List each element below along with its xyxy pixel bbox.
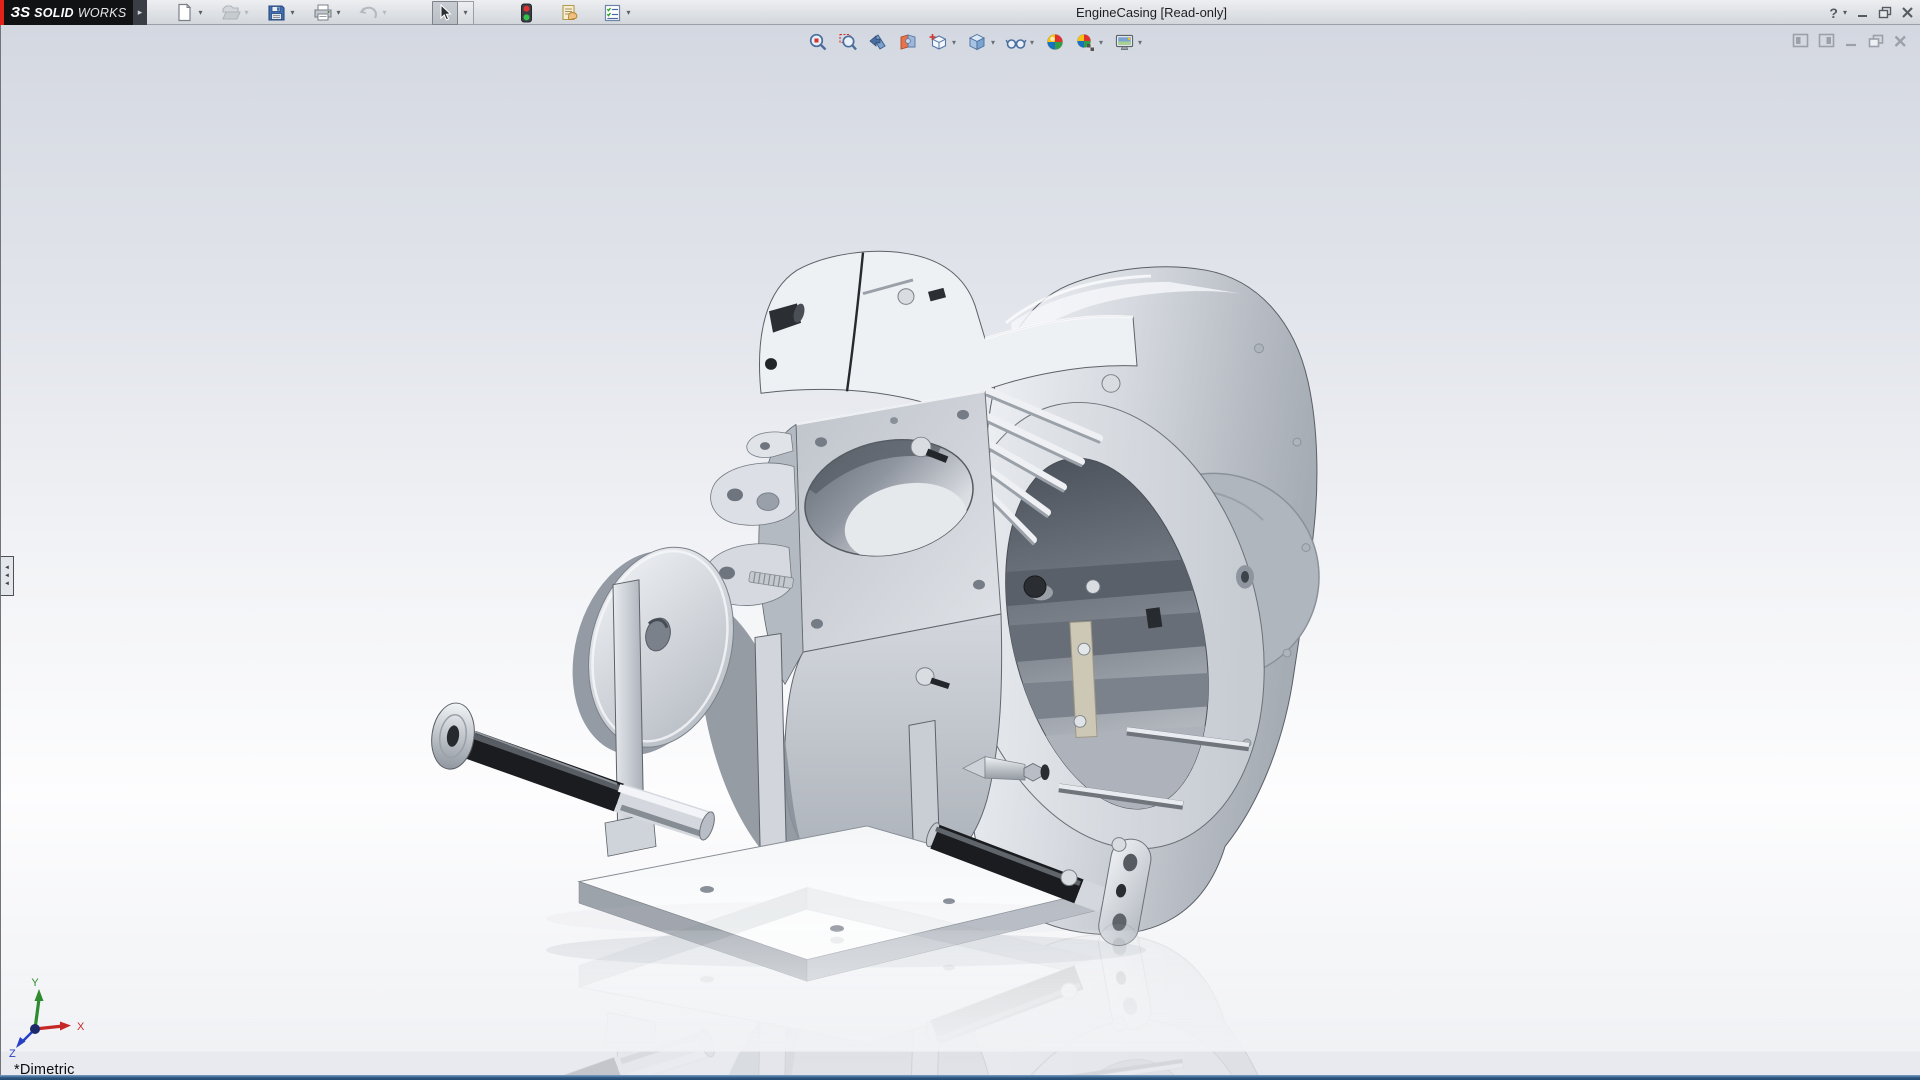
chevron-down-icon[interactable]: ▾ [1136,38,1144,47]
display-style-button[interactable] [966,31,988,53]
options-button[interactable] [602,2,623,23]
close-document-icon[interactable] [1893,34,1908,48]
new-document-icon [175,3,194,22]
save-button[interactable] [266,2,287,23]
headsup-view-toolbar: ▾ ▾ ▾ [807,31,1144,53]
restore-button[interactable] [1878,6,1892,19]
orientation-triad: Y X Z [7,977,99,1061]
minimize-document-icon[interactable] [1844,34,1859,48]
help-button[interactable]: ? [1829,5,1838,21]
print-button[interactable] [312,2,333,23]
title-bar: ЗS SOLID WORKS ▸ ▾ ▾ [0,0,1920,25]
window-bottom-border [0,1075,1920,1080]
zoom-to-area-button[interactable] [837,31,859,53]
feature-pane-flyout-tab[interactable]: ◄ ◄ ◄ [1,556,14,596]
zoom-to-area-icon [838,32,858,52]
section-view-icon [898,32,918,52]
select-cursor-icon [437,4,453,22]
options-checklist-icon [603,3,623,23]
select-tool-dropdown[interactable]: ▾ [458,1,474,25]
triad-z-label: Z [9,1048,16,1060]
zoom-to-fit-button[interactable] [807,31,829,53]
pane-toggle-right-icon[interactable] [1818,33,1835,48]
undo-arrow-icon [358,3,379,22]
view-settings-monitor-icon [1114,32,1135,52]
collapse-arrow-icon: ◄ [4,573,10,580]
open-folder-icon [221,3,241,22]
open-document-button[interactable] [220,2,241,23]
chevron-down-icon[interactable]: ▾ [624,8,633,17]
triad-y-label: Y [31,977,39,989]
new-document-button[interactable] [174,2,195,23]
main-toolbar: ▾ ▾ ▾ [174,2,633,23]
document-window-controls [1792,33,1908,48]
apply-scene-icon [1075,32,1096,52]
chevron-down-icon[interactable]: ▾ [1843,8,1847,17]
solidworks-logo: ЗS SOLID WORKS [0,0,133,25]
window-controls: ? ▾ [1829,0,1914,25]
collapse-arrow-icon: ◄ [4,581,10,588]
file-properties-icon [560,3,580,23]
section-view-button[interactable] [897,31,919,53]
triad-x-label: X [77,1021,85,1033]
hide-show-items-button[interactable] [1005,31,1027,53]
rebuild-button[interactable] [516,2,537,23]
chevron-down-icon[interactable]: ▾ [288,8,297,17]
graphics-area[interactable] [1,25,1920,1076]
undo-button[interactable] [358,2,379,23]
chevron-down-icon[interactable]: ▾ [242,8,251,17]
chevron-down-icon[interactable]: ▾ [196,8,205,17]
apply-scene-button[interactable] [1074,31,1096,53]
display-style-cube-icon [967,32,987,52]
chevron-down-icon[interactable]: ▾ [1097,38,1105,47]
file-properties-button[interactable] [559,2,580,23]
chevron-down-icon[interactable]: ▾ [1028,38,1036,47]
view-settings-button[interactable] [1113,31,1135,53]
eyeglasses-icon [1005,32,1027,52]
view-orientation-button[interactable] [927,31,949,53]
logo-text-works: WORKS [78,6,127,20]
zoom-to-fit-icon [808,32,828,52]
previous-view-icon [868,32,888,52]
save-floppy-icon [267,3,286,22]
view-orientation-cube-icon [928,32,948,52]
chevron-down-icon[interactable]: ▾ [989,38,997,47]
pane-toggle-left-icon[interactable] [1792,33,1809,48]
minimize-button[interactable] [1856,6,1869,19]
chevron-down-icon[interactable]: ▾ [334,8,343,17]
collapse-arrow-icon: ◄ [4,565,10,572]
solidworks-logo-mark: ЗS [10,4,30,21]
previous-view-button[interactable] [867,31,889,53]
menu-expand-arrow-icon[interactable]: ▸ [133,0,147,25]
document-title: EngineCasing [Read-only] [1076,5,1227,20]
logo-text-solid: SOLID [34,6,74,20]
restore-document-icon[interactable] [1868,34,1884,48]
traffic-light-icon [519,3,534,23]
view-orientation-label: *Dimetric [14,1062,75,1076]
chevron-down-icon[interactable]: ▾ [950,38,958,47]
edit-appearance-button[interactable] [1044,31,1066,53]
chevron-down-icon[interactable]: ▾ [380,8,389,17]
appearance-beachball-icon [1045,32,1065,52]
close-button[interactable] [1901,6,1914,19]
printer-icon [313,3,333,22]
select-tool-button[interactable] [432,1,458,25]
graphics-viewport[interactable]: ▾ ▾ ▾ [0,25,1920,1076]
